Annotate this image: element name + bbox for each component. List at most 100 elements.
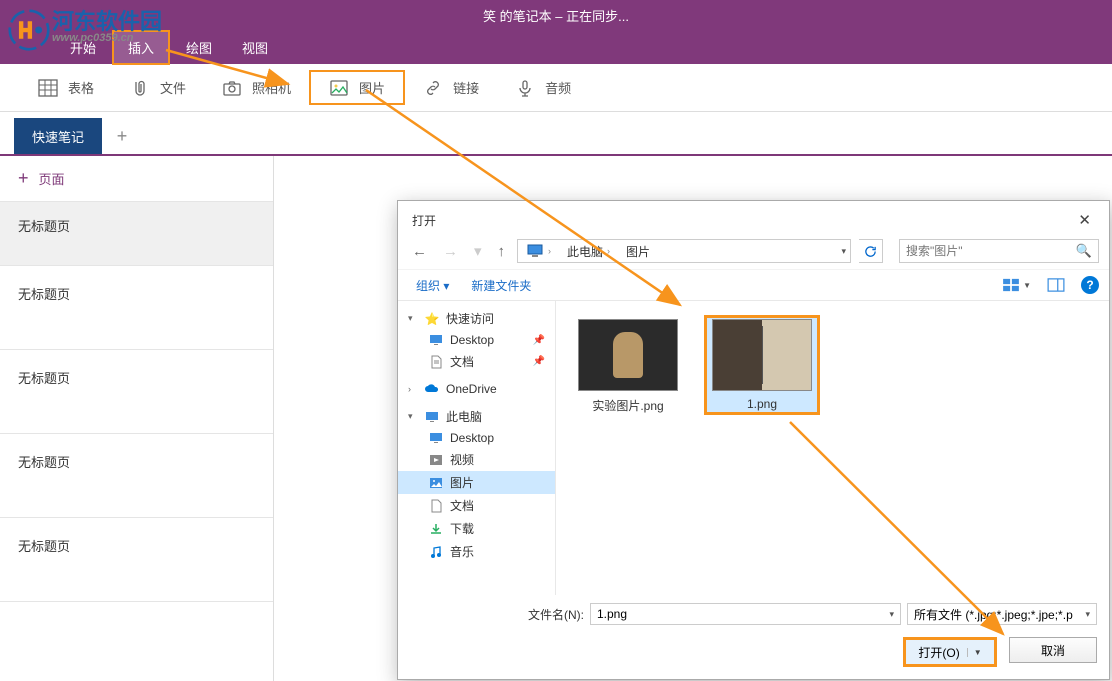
filename-dropdown-icon[interactable]: ▾: [889, 609, 894, 620]
open-split-arrow[interactable]: ▼: [967, 648, 982, 657]
cancel-button[interactable]: 取消: [1009, 637, 1097, 663]
dialog-toolbar: 组织 ▾ 新建文件夹 ▼ ?: [398, 269, 1109, 301]
ribbon-camera[interactable]: 照相机: [204, 72, 309, 103]
filetype-select[interactable]: 所有文件 (*.jpg;*.jpeg;*.jpe;*.p ▾: [907, 603, 1097, 625]
dialog-close-button[interactable]: ✕: [1072, 209, 1097, 231]
filename-label: 文件名(N):: [410, 606, 584, 623]
ribbon-file[interactable]: 文件: [112, 72, 204, 103]
file-tile-1[interactable]: 1.png: [704, 315, 820, 415]
add-page-label: 页面: [39, 169, 65, 188]
pictures-icon: [428, 476, 444, 490]
nav-forward-button[interactable]: →: [439, 241, 462, 262]
music-icon: [428, 545, 444, 559]
paperclip-icon: [130, 79, 150, 97]
ribbon-link-label: 链接: [453, 78, 479, 97]
menu-view[interactable]: 视图: [228, 32, 282, 63]
open-button[interactable]: 打开(O)▼: [903, 637, 997, 667]
add-page-button[interactable]: + 页面: [0, 156, 273, 202]
dialog-nav-bar: ← → ▾ ↑ › 此电脑› 图片 ▾ 🔍: [398, 235, 1109, 269]
ribbon-camera-label: 照相机: [252, 78, 291, 97]
nav-up-button[interactable]: ↑: [494, 241, 510, 262]
camera-icon: [222, 79, 242, 97]
picture-icon: [329, 79, 349, 97]
filename-input[interactable]: 1.png ▾: [590, 603, 901, 625]
ribbon-link[interactable]: 链接: [405, 72, 497, 103]
window-title: 笑 的笔记本 – 正在同步...: [483, 6, 629, 25]
table-icon: [38, 79, 58, 97]
dialog-search-box[interactable]: 🔍: [899, 239, 1099, 263]
tab-add[interactable]: +: [102, 118, 142, 154]
view-mode-button[interactable]: ▼: [1002, 278, 1031, 292]
page-item-4[interactable]: 无标题页: [0, 518, 273, 602]
tree-videos[interactable]: 视频: [398, 448, 555, 471]
file-thumbnail: [578, 319, 678, 391]
folder-tree: ▾⭐快速访问 Desktop📌 文档📌 ›OneDrive ▾此电脑 Deskt…: [398, 301, 556, 595]
watermark-logo-icon: [8, 9, 50, 51]
tree-this-pc[interactable]: ▾此电脑: [398, 405, 555, 428]
toolbar-organize[interactable]: 组织 ▾: [416, 277, 449, 294]
ribbon-table[interactable]: 表格: [20, 72, 112, 103]
tree-pc-documents[interactable]: 文档: [398, 494, 555, 517]
page-item-1[interactable]: 无标题页: [0, 266, 273, 350]
ribbon-file-label: 文件: [160, 78, 186, 97]
file-tile-0[interactable]: 实验图片.png: [570, 315, 686, 418]
filetype-label: 所有文件 (*.jpg;*.jpeg;*.jpe;*.p: [914, 606, 1073, 623]
pin-icon: 📌: [533, 356, 545, 367]
dialog-search-input[interactable]: [906, 244, 1076, 258]
star-icon: ⭐: [424, 312, 440, 326]
tree-documents[interactable]: 文档📌: [398, 350, 555, 373]
help-icon[interactable]: ?: [1081, 276, 1099, 294]
preview-pane-button[interactable]: [1047, 278, 1065, 292]
filename-value: 1.png: [597, 607, 627, 621]
file-thumbnail: [712, 319, 812, 391]
page-item-3[interactable]: 无标题页: [0, 434, 273, 518]
ribbon-audio[interactable]: 音频: [497, 72, 589, 103]
page-item-2[interactable]: 无标题页: [0, 350, 273, 434]
pin-icon: 📌: [533, 335, 545, 346]
download-icon: [428, 522, 444, 536]
tree-pc-desktop[interactable]: Desktop: [398, 428, 555, 448]
ribbon-audio-label: 音频: [545, 78, 571, 97]
cloud-icon: [424, 382, 440, 396]
watermark-url: www.pc0359.cn: [52, 32, 134, 44]
site-watermark: 河东软件园 www.pc0359.cn: [0, 0, 190, 60]
tree-pictures[interactable]: 图片: [398, 471, 555, 494]
link-icon: [423, 79, 443, 97]
file-name-label: 实验图片.png: [592, 397, 663, 414]
document-icon: [428, 355, 444, 369]
dialog-footer: 文件名(N): 1.png ▾ 所有文件 (*.jpg;*.jpeg;*.jpe…: [398, 595, 1109, 679]
breadcrumb-folder[interactable]: 图片: [626, 243, 650, 260]
file-open-dialog: 打开 ✕ ← → ▾ ↑ › 此电脑› 图片 ▾ 🔍 组织 ▾ 新建文件夹 ▼ …: [397, 200, 1110, 680]
file-name-label: 1.png: [747, 397, 777, 411]
nav-recent-button[interactable]: ▾: [470, 240, 486, 262]
tree-onedrive[interactable]: ›OneDrive: [398, 379, 555, 399]
file-list-pane: 实验图片.png 1.png: [556, 301, 1109, 595]
video-icon: [428, 453, 444, 467]
tree-desktop[interactable]: Desktop📌: [398, 330, 555, 350]
tree-quick-access[interactable]: ▾⭐快速访问: [398, 307, 555, 330]
address-dropdown[interactable]: ▾: [837, 246, 850, 257]
desktop-icon: [428, 431, 444, 445]
microphone-icon: [515, 79, 535, 97]
search-icon: 🔍: [1076, 243, 1092, 259]
address-bar[interactable]: › 此电脑› 图片 ▾: [517, 239, 851, 263]
toolbar-new-folder[interactable]: 新建文件夹: [471, 277, 531, 294]
desktop-icon: [428, 333, 444, 347]
dialog-title: 打开: [412, 212, 436, 229]
nav-back-button[interactable]: ←: [408, 241, 431, 262]
ribbon-picture-label: 图片: [359, 78, 385, 97]
plus-icon: +: [18, 168, 29, 189]
ribbon-picture[interactable]: 图片: [309, 70, 405, 105]
pages-sidebar: + 页面 无标题页 无标题页 无标题页 无标题页 无标题页: [0, 156, 274, 681]
this-pc-icon: [526, 243, 544, 259]
tab-quick-notes[interactable]: 快速笔记: [14, 118, 102, 154]
tree-downloads[interactable]: 下载: [398, 517, 555, 540]
page-item-0[interactable]: 无标题页: [0, 202, 273, 266]
document-icon: [428, 499, 444, 513]
ribbon-table-label: 表格: [68, 78, 94, 97]
ribbon-toolbar: 表格 文件 照相机 图片 链接 音频: [0, 64, 1112, 112]
refresh-button[interactable]: [859, 239, 883, 263]
breadcrumb-root[interactable]: 此电脑: [567, 243, 603, 260]
tree-music[interactable]: 音乐: [398, 540, 555, 563]
section-tabs: 快速笔记 +: [0, 118, 1112, 156]
